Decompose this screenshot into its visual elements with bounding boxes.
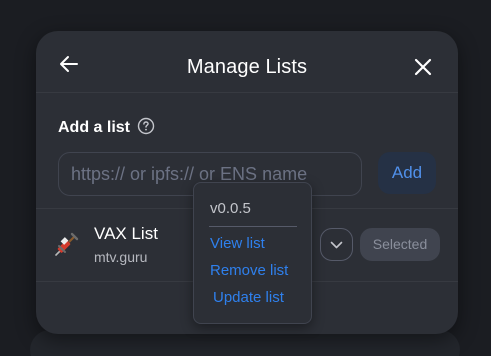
list-url: mtv.guru — [94, 249, 148, 265]
add-list-label: Add a list — [58, 119, 131, 136]
chevron-down-icon — [330, 241, 343, 249]
question-circle-icon[interactable] — [137, 117, 155, 135]
selected-button[interactable]: Selected — [360, 228, 440, 261]
divider — [209, 226, 297, 227]
page-title: Manage Lists — [186, 56, 308, 78]
syringe-icon — [52, 231, 80, 259]
view-list-link[interactable]: View list — [210, 235, 265, 252]
modal-header: Manage Lists — [36, 31, 458, 93]
update-list-link[interactable]: Update list — [213, 289, 284, 306]
list-options-button[interactable] — [320, 228, 353, 261]
list-name: VAX List — [94, 224, 158, 243]
list-options-popover: v0.0.5 View list Remove list Update list — [193, 182, 312, 324]
add-list-button[interactable]: Add — [378, 152, 436, 194]
list-version: v0.0.5 — [210, 200, 251, 217]
close-icon[interactable] — [412, 56, 434, 78]
remove-list-link[interactable]: Remove list — [210, 262, 288, 279]
